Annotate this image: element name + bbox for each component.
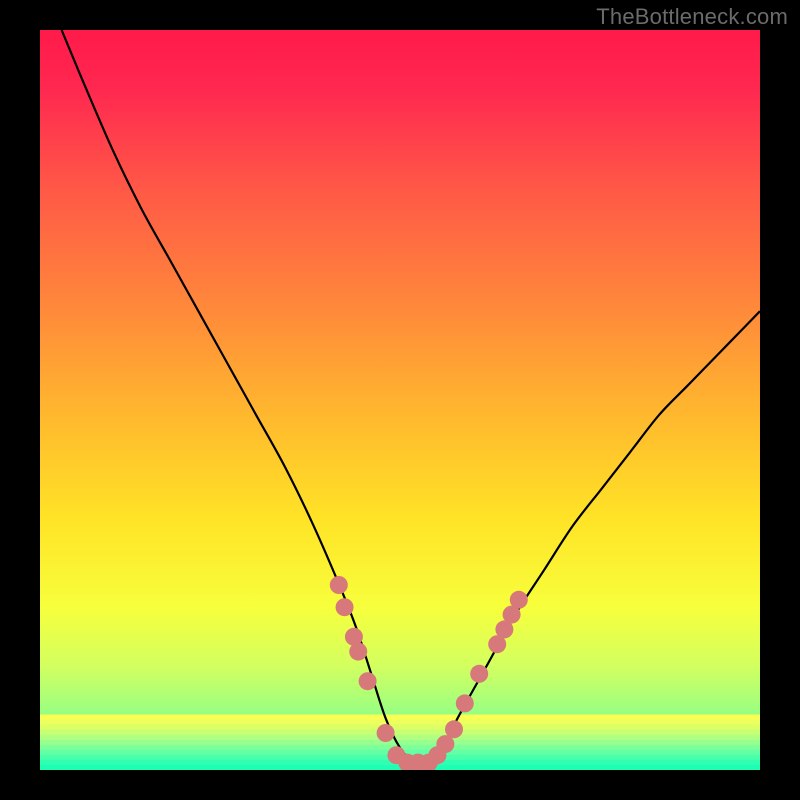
gradient-background: [40, 30, 760, 770]
chart-frame: TheBottleneck.com: [0, 0, 800, 800]
band-stripe: [40, 730, 760, 736]
bottleneck-chart: [40, 30, 760, 770]
curve-marker: [445, 720, 463, 738]
curve-marker: [330, 576, 348, 594]
band-stripe: [40, 735, 760, 741]
band-stripe: [40, 740, 760, 746]
band-stripe: [40, 720, 760, 726]
curve-marker: [377, 724, 395, 742]
curve-marker: [510, 591, 528, 609]
curve-marker: [349, 643, 367, 661]
curve-marker: [470, 665, 488, 683]
curve-marker: [336, 598, 354, 616]
plot-area: [40, 30, 760, 770]
band-stripe: [40, 715, 760, 721]
band-stripe: [40, 725, 760, 731]
curve-marker: [456, 694, 474, 712]
watermark-text: TheBottleneck.com: [596, 4, 788, 30]
curve-marker: [359, 672, 377, 690]
